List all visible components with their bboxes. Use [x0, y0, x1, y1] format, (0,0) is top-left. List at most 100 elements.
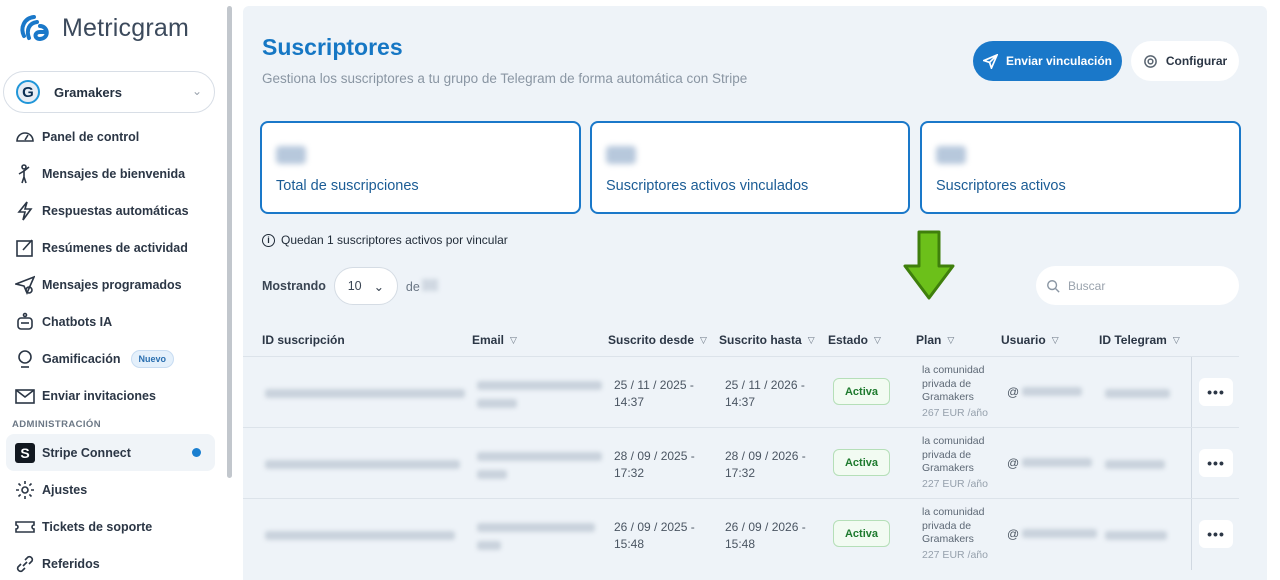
configure-button[interactable]: Configurar — [1131, 41, 1239, 81]
col-email[interactable]: Email ▽ — [472, 333, 517, 347]
nav-gamificacion[interactable]: Gamificación Nuevo — [0, 340, 222, 377]
edit-square-icon — [14, 237, 36, 259]
col-estado[interactable]: Estado ▽ — [828, 333, 881, 347]
nav-referidos[interactable]: Referidos — [0, 545, 222, 580]
brand-name: Metricgram — [62, 13, 190, 42]
nav-label: Enviar invitaciones — [42, 388, 156, 403]
subscribed-from: 25 / 11 / 2025 -14:37 — [614, 378, 694, 409]
unlinked-notice: i Quedan 1 suscriptores activos por vinc… — [262, 233, 508, 247]
stat-card-linked: Suscriptores activos vinculados — [590, 121, 910, 214]
active-indicator-dot — [192, 448, 201, 457]
workspace-selector[interactable]: G Gramakers ⌄ — [3, 71, 215, 113]
notice-text: Quedan 1 suscriptores activos por vincul… — [281, 233, 508, 247]
row-actions-button[interactable]: ••• — [1199, 520, 1233, 548]
lightning-icon — [14, 200, 36, 222]
row-actions-button[interactable]: ••• — [1199, 378, 1233, 406]
col-usuario[interactable]: Usuario ▽ — [1001, 333, 1059, 347]
send-link-button[interactable]: Enviar vinculación — [973, 41, 1122, 81]
status-badge: Activa — [833, 378, 890, 405]
sidebar: Metricgram G Gramakers ⌄ Panel de contro… — [0, 0, 222, 580]
telegram-id-redacted — [1105, 389, 1170, 398]
email-redacted — [477, 381, 602, 390]
email-redacted — [477, 470, 507, 479]
workspace-name: Gramakers — [54, 84, 122, 100]
nav-label: Referidos — [42, 556, 100, 571]
nav-enviar-invitaciones[interactable]: Enviar invitaciones — [0, 377, 222, 414]
stat-value-redacted — [936, 146, 966, 164]
nav-chatbots-ia[interactable]: Chatbots IA — [0, 303, 222, 340]
email-redacted — [477, 523, 595, 532]
col-suscrito-desde[interactable]: Suscrito desde ▽ — [608, 333, 707, 347]
chevron-down-icon: ⌄ — [191, 84, 202, 98]
telegram-id-redacted — [1105, 531, 1167, 540]
email-redacted — [477, 399, 517, 408]
nav-label: Mensajes programados — [42, 277, 182, 292]
search-input[interactable] — [1068, 278, 1218, 293]
gear-icon — [14, 479, 36, 501]
nav-label: Panel de control — [42, 129, 140, 144]
sort-icon: ▽ — [1051, 334, 1059, 345]
link-icon — [14, 553, 36, 575]
col-id-suscripcion[interactable]: ID suscripción — [262, 333, 345, 347]
nav-label: Chatbots IA — [42, 314, 113, 329]
subscribed-until: 28 / 09 / 2026 -17:32 — [725, 449, 806, 480]
status-badge: Activa — [833, 449, 890, 476]
row-actions-button[interactable]: ••• — [1199, 449, 1233, 477]
workspace-avatar: G — [16, 80, 40, 104]
stat-card-active: Suscriptores activos — [920, 121, 1241, 214]
nav-ajustes[interactable]: Ajustes — [0, 471, 222, 508]
sort-icon: ▽ — [700, 334, 707, 345]
nav-label: Resúmenes de actividad — [42, 240, 188, 255]
admin-section-label: ADMINISTRACIÓN — [12, 418, 101, 430]
column-divider — [1191, 357, 1192, 428]
col-suscrito-hasta[interactable]: Suscrito hasta ▽ — [719, 333, 815, 347]
stat-label: Suscriptores activos — [936, 178, 1066, 194]
stat-value-redacted — [606, 146, 636, 164]
sort-icon: ▽ — [874, 334, 881, 345]
stat-card-total: Total de suscripciones — [260, 121, 581, 214]
table-row[interactable]: 25 / 11 / 2025 -14:37 25 / 11 / 2026 -14… — [243, 356, 1239, 428]
page-size-select[interactable]: 10 ⌄ — [333, 267, 398, 305]
nav-mensajes-programados[interactable]: Mensajes programados — [0, 266, 222, 303]
table-row[interactable]: 28 / 09 / 2025 -17:32 28 / 09 / 2026 -17… — [243, 427, 1239, 499]
send-link-label: Enviar vinculación — [1005, 54, 1113, 68]
sort-icon: ▽ — [947, 334, 955, 345]
nav-label: Mensajes de bienvenida — [42, 166, 186, 181]
nav-mensajes-bienvenida[interactable]: Mensajes de bienvenida — [0, 155, 222, 192]
status-badge: Activa — [833, 520, 890, 547]
of-label: de — [406, 278, 438, 294]
subscribed-from: 26 / 09 / 2025 -15:48 — [614, 520, 695, 551]
col-id-telegram[interactable]: ID Telegram ▽ — [1099, 333, 1180, 347]
configure-label: Configurar — [1165, 54, 1228, 68]
gear-icon — [1143, 54, 1157, 68]
nav-stripe-connect[interactable]: S Stripe Connect — [6, 434, 215, 471]
sort-icon: ▽ — [807, 334, 815, 345]
search-box[interactable] — [1036, 266, 1239, 305]
nav-label: Tickets de soporte — [42, 519, 153, 534]
table-header: ID suscripción Email ▽ Suscrito desde ▽ Su… — [243, 326, 1239, 356]
send-icon — [982, 53, 998, 69]
metricgram-logo-icon — [20, 15, 49, 42]
page-title: Suscriptores — [262, 34, 403, 60]
plan-cell: la comunidad privada de Gramakers 267 EUR /… — [922, 364, 988, 419]
page-subtitle: Gestiona los suscriptores a tu grupo de … — [262, 71, 748, 86]
subscription-id-redacted — [265, 460, 460, 469]
waving-person-icon — [14, 163, 36, 185]
subscribed-from: 28 / 09 / 2025 -17:32 — [614, 449, 695, 480]
subscribed-until: 25 / 11 / 2026 -14:37 — [725, 378, 805, 409]
nav-tickets-soporte[interactable]: Tickets de soporte — [0, 508, 222, 545]
nav-panel-control[interactable]: Panel de control — [0, 118, 222, 155]
nav-resumenes-actividad[interactable]: Resúmenes de actividad — [0, 229, 222, 266]
brand-logo[interactable]: Metricgram — [18, 12, 189, 44]
sidebar-scrollbar[interactable] — [227, 6, 232, 478]
gauge-icon — [14, 126, 36, 148]
info-icon: i — [262, 233, 275, 247]
column-divider — [1191, 428, 1192, 499]
pagination-size: Mostrando 10 ⌄ de — [262, 267, 438, 305]
sort-icon: ▽ — [1172, 334, 1180, 345]
col-plan[interactable]: Plan ▽ — [916, 333, 954, 347]
table-row[interactable]: 26 / 09 / 2025 -15:48 26 / 09 / 2026 -15… — [243, 498, 1239, 570]
nav-respuestas-automaticas[interactable]: Respuestas automáticas — [0, 192, 222, 229]
subscription-id-redacted — [265, 389, 465, 398]
username: @ — [1007, 527, 1098, 541]
